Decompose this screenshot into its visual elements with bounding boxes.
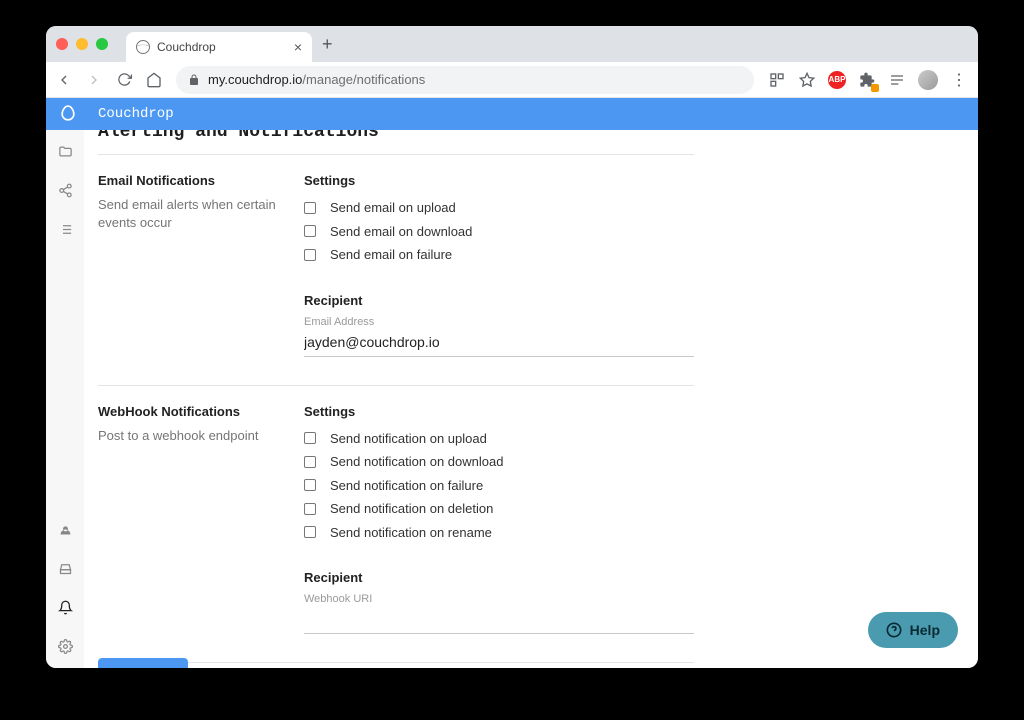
profile-avatar[interactable] (918, 70, 938, 90)
webhook-uri-input[interactable] (304, 607, 694, 634)
maximize-window-button[interactable] (96, 38, 108, 50)
recipient-heading: Recipient (304, 293, 694, 308)
nav-users-icon[interactable] (58, 522, 73, 537)
webhook-opt-row: Send notification on rename (304, 523, 694, 543)
checkbox-label: Send notification on upload (330, 429, 487, 449)
couchdrop-logo-icon (58, 104, 78, 124)
email-field-label: Email Address (304, 316, 694, 328)
nav-list-icon[interactable] (58, 222, 73, 237)
window-controls (56, 38, 108, 50)
address-bar: my.couchdrop.io/manage/notifications ABP… (46, 62, 978, 98)
globe-icon (136, 40, 150, 54)
webhook-opt-row: Send notification on deletion (304, 499, 694, 519)
email-section-desc: Send email alerts when certain events oc… (98, 196, 284, 232)
webhook-field-label: Webhook URI (304, 593, 694, 605)
checkbox-webhook-upload[interactable] (304, 432, 316, 444)
brand-name: Couchdrop (98, 106, 174, 122)
new-tab-button[interactable]: + (322, 34, 333, 55)
checkbox-webhook-rename[interactable] (304, 526, 316, 538)
tab-title: Couchdrop (157, 40, 287, 54)
recipient-heading: Recipient (304, 570, 694, 585)
brand-bar: Couchdrop (46, 98, 978, 130)
email-opt-row: Send email on download (304, 222, 694, 242)
extensions-icon[interactable] (858, 71, 876, 89)
forward-button[interactable] (86, 72, 102, 88)
checkbox-label: Send notification on deletion (330, 499, 493, 519)
content-area: Alerting and Notifications Email Notific… (84, 130, 978, 668)
home-button[interactable] (146, 72, 162, 88)
lock-icon (188, 74, 200, 86)
nav-share-icon[interactable] (58, 183, 73, 198)
webhook-opt-row: Send notification on failure (304, 476, 694, 496)
email-section-title: Email Notifications (98, 173, 284, 188)
close-tab-icon[interactable]: × (294, 39, 302, 55)
help-label: Help (910, 622, 940, 638)
page-title: Alerting and Notifications (98, 130, 694, 142)
checkbox-email-failure[interactable] (304, 249, 316, 261)
nav-storage-icon[interactable] (58, 561, 73, 576)
checkbox-label: Send notification on rename (330, 523, 492, 543)
divider (98, 154, 694, 155)
email-notifications-section: Email Notifications Send email alerts wh… (98, 173, 694, 357)
checkbox-webhook-download[interactable] (304, 456, 316, 468)
side-nav (46, 130, 84, 668)
divider (98, 385, 694, 386)
browser-tab[interactable]: Couchdrop × (126, 32, 312, 62)
nav-files-icon[interactable] (58, 144, 73, 159)
checkbox-webhook-deletion[interactable] (304, 503, 316, 515)
checkbox-label: Send email on failure (330, 245, 452, 265)
back-button[interactable] (56, 72, 72, 88)
email-settings-heading: Settings (304, 173, 694, 188)
email-opt-row: Send email on upload (304, 198, 694, 218)
save-button-partial[interactable] (98, 658, 188, 668)
checkbox-email-upload[interactable] (304, 202, 316, 214)
checkbox-webhook-failure[interactable] (304, 479, 316, 491)
webhook-opt-row: Send notification on download (304, 452, 694, 472)
tab-strip: Couchdrop × + (46, 26, 978, 62)
app-region: Couchdrop (46, 98, 978, 668)
checkbox-email-download[interactable] (304, 225, 316, 237)
webhook-opt-row: Send notification on upload (304, 429, 694, 449)
email-opt-row: Send email on failure (304, 245, 694, 265)
nav-settings-icon[interactable] (58, 639, 73, 654)
email-address-input[interactable] (304, 330, 694, 357)
checkbox-label: Send notification on download (330, 452, 503, 472)
help-button[interactable]: Help (868, 612, 958, 648)
qr-icon[interactable] (768, 71, 786, 89)
star-icon[interactable] (798, 71, 816, 89)
menu-icon[interactable]: ⋮ (950, 71, 968, 89)
extension-icons: ABP ⋮ (768, 70, 968, 90)
reload-button[interactable] (116, 72, 132, 88)
minimize-window-button[interactable] (76, 38, 88, 50)
close-window-button[interactable] (56, 38, 68, 50)
nav-notifications-icon[interactable] (58, 600, 73, 615)
url-field[interactable]: my.couchdrop.io/manage/notifications (176, 66, 754, 94)
reading-list-icon[interactable] (888, 71, 906, 89)
webhook-section-desc: Post to a webhook endpoint (98, 427, 284, 445)
webhook-section-title: WebHook Notifications (98, 404, 284, 419)
browser-window: Couchdrop × + my.couchdrop.io/manage/not… (46, 26, 978, 668)
checkbox-label: Send notification on failure (330, 476, 483, 496)
url-text: my.couchdrop.io/manage/notifications (208, 72, 425, 87)
webhook-notifications-section: WebHook Notifications Post to a webhook … (98, 404, 694, 635)
adblock-icon[interactable]: ABP (828, 71, 846, 89)
checkbox-label: Send email on upload (330, 198, 456, 218)
checkbox-label: Send email on download (330, 222, 472, 242)
webhook-settings-heading: Settings (304, 404, 694, 419)
app-body: Alerting and Notifications Email Notific… (46, 130, 978, 668)
